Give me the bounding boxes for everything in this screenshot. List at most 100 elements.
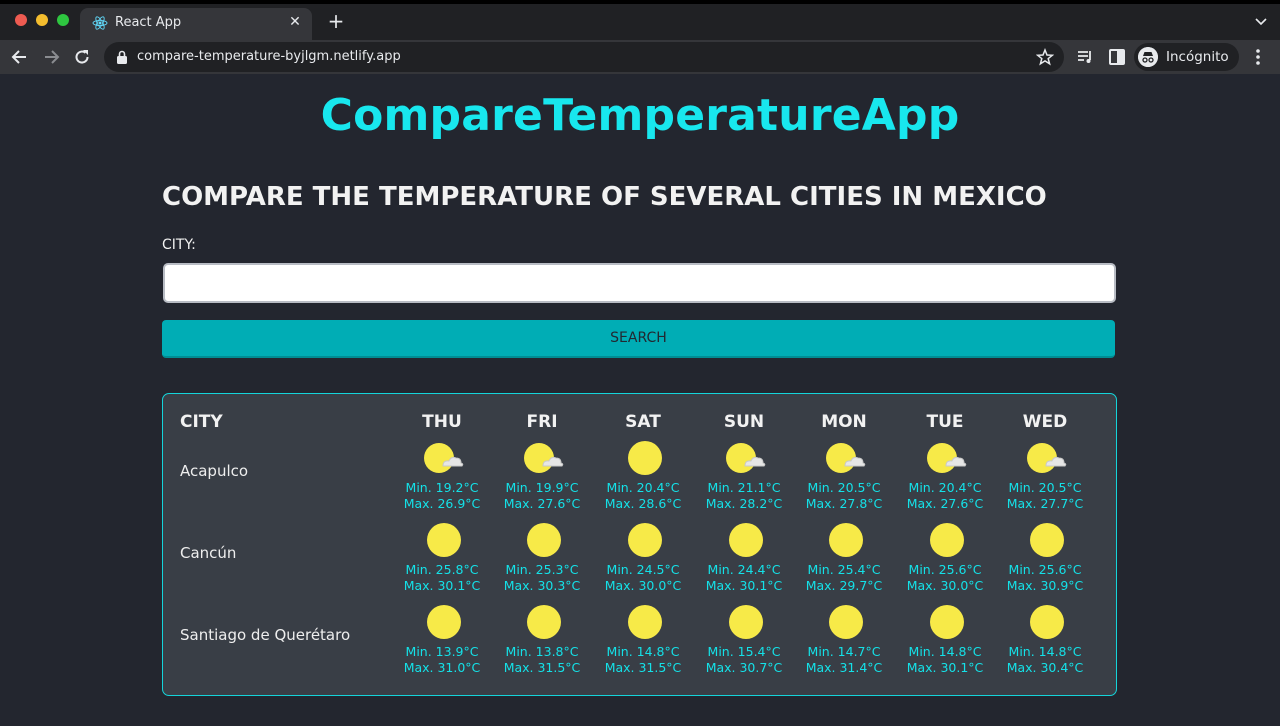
min-temperature: Min. 13.9°C bbox=[405, 644, 479, 659]
forecast-cell: Min. 13.9°C Max. 31.0°C bbox=[392, 604, 492, 686]
media-control-icon[interactable] bbox=[1075, 47, 1095, 67]
tab-close-icon[interactable]: ✕ bbox=[286, 13, 304, 31]
forecast-cell: Min. 19.9°C Max. 27.6°C bbox=[492, 440, 592, 522]
min-temperature: Min. 14.8°C bbox=[606, 644, 680, 659]
sun-cloud-icon bbox=[726, 440, 766, 476]
max-temperature: Max. 31.5°C bbox=[503, 660, 581, 675]
max-temperature: Max. 30.1°C bbox=[403, 578, 481, 593]
min-temperature: Min. 14.8°C bbox=[1008, 644, 1082, 659]
lock-icon[interactable] bbox=[116, 50, 128, 64]
sun-cloud-icon bbox=[524, 440, 564, 476]
sun-icon bbox=[927, 522, 967, 558]
forecast-cell: Min. 25.4°C Max. 29.7°C bbox=[794, 522, 894, 604]
forecast-cell: Min. 15.4°C Max. 30.7°C bbox=[694, 604, 794, 686]
max-temperature: Max. 27.6°C bbox=[503, 496, 581, 511]
browser-tab[interactable]: React App ✕ bbox=[80, 8, 312, 40]
day-header-fri: FRI bbox=[526, 412, 558, 432]
forecast-cell: Min. 20.5°C Max. 27.7°C bbox=[995, 440, 1095, 522]
tab-search-chevron-icon[interactable] bbox=[1254, 14, 1268, 28]
forecast-cell: Min. 14.8°C Max. 31.5°C bbox=[593, 604, 693, 686]
city-row: Cancún Min. 25.8°C Max. 30.1°C Min. 25.3°C M… bbox=[163, 522, 1116, 604]
sun-icon bbox=[625, 440, 665, 476]
incognito-icon bbox=[1138, 47, 1158, 67]
day-header-sun: SUN bbox=[723, 412, 765, 432]
max-temperature: Max. 31.0°C bbox=[403, 660, 481, 675]
min-temperature: Min. 24.4°C bbox=[707, 562, 781, 577]
browser-tabstrip: React App ✕ + bbox=[0, 0, 1280, 40]
max-temperature: Max. 30.9°C bbox=[1006, 578, 1084, 593]
day-header-tue: TUE bbox=[926, 412, 964, 432]
tab-title: React App bbox=[115, 15, 182, 30]
min-temperature: Min. 20.5°C bbox=[807, 480, 881, 495]
max-temperature: Max. 27.7°C bbox=[1006, 496, 1084, 511]
more-menu-icon[interactable] bbox=[1252, 47, 1264, 67]
forecast-cell: Min. 20.4°C Max. 28.6°C bbox=[593, 440, 693, 522]
sun-icon bbox=[1027, 604, 1067, 640]
forecast-cell: Min. 19.2°C Max. 26.9°C bbox=[392, 440, 492, 522]
incognito-profile-button[interactable]: Incógnito bbox=[1134, 43, 1239, 71]
max-temperature: Max. 27.8°C bbox=[805, 496, 883, 511]
search-button[interactable]: SEARCH bbox=[162, 320, 1115, 358]
window-minimize-button[interactable] bbox=[36, 14, 48, 26]
min-temperature: Min. 20.4°C bbox=[606, 480, 680, 495]
day-header-mon: MON bbox=[821, 412, 867, 432]
forecast-cell: Min. 13.8°C Max. 31.5°C bbox=[492, 604, 592, 686]
city-field-label: CITY: bbox=[162, 237, 196, 253]
min-temperature: Min. 24.5°C bbox=[606, 562, 680, 577]
sun-icon bbox=[424, 522, 464, 558]
city-column-header: CITY bbox=[180, 412, 223, 432]
min-temperature: Min. 19.9°C bbox=[505, 480, 579, 495]
forecast-cell: Min. 24.4°C Max. 30.1°C bbox=[694, 522, 794, 604]
max-temperature: Max. 30.1°C bbox=[705, 578, 783, 593]
city-name: Acapulco bbox=[180, 462, 249, 480]
new-tab-icon[interactable]: + bbox=[326, 11, 346, 31]
window-maximize-button[interactable] bbox=[57, 14, 69, 26]
sun-icon bbox=[524, 522, 564, 558]
max-temperature: Max. 30.3°C bbox=[503, 578, 581, 593]
forecast-cell: Min. 25.8°C Max. 30.1°C bbox=[392, 522, 492, 604]
day-header-wed: WED bbox=[1022, 412, 1068, 432]
max-temperature: Max. 30.7°C bbox=[705, 660, 783, 675]
side-panel-icon[interactable] bbox=[1107, 47, 1127, 67]
min-temperature: Min. 14.8°C bbox=[908, 644, 982, 659]
profile-label: Incógnito bbox=[1166, 49, 1229, 65]
min-temperature: Min. 25.4°C bbox=[807, 562, 881, 577]
sun-icon bbox=[1027, 522, 1067, 558]
min-temperature: Min. 25.3°C bbox=[505, 562, 579, 577]
max-temperature: Max. 28.6°C bbox=[604, 496, 682, 511]
city-name: Santiago de Querétaro bbox=[180, 626, 351, 644]
min-temperature: Min. 20.5°C bbox=[1008, 480, 1082, 495]
address-bar[interactable]: compare-temperature-byjlgm.netlify.app bbox=[104, 42, 1064, 72]
sun-icon bbox=[726, 604, 766, 640]
max-temperature: Max. 31.5°C bbox=[604, 660, 682, 675]
sun-cloud-icon bbox=[1027, 440, 1067, 476]
day-header-thu: THU bbox=[422, 412, 462, 432]
min-temperature: Min. 25.6°C bbox=[1008, 562, 1082, 577]
app-title: CompareTemperatureApp bbox=[320, 90, 960, 141]
min-temperature: Min. 21.1°C bbox=[707, 480, 781, 495]
sun-icon bbox=[726, 522, 766, 558]
city-input[interactable] bbox=[163, 263, 1116, 303]
window-close-button[interactable] bbox=[15, 14, 27, 26]
city-name: Cancún bbox=[180, 544, 237, 562]
sun-cloud-icon bbox=[927, 440, 967, 476]
max-temperature: Max. 30.4°C bbox=[1006, 660, 1084, 675]
browser-toolbar: compare-temperature-byjlgm.netlify.app I… bbox=[0, 40, 1280, 74]
sun-icon bbox=[826, 522, 866, 558]
url-text[interactable]: compare-temperature-byjlgm.netlify.app bbox=[137, 49, 401, 64]
forecast-cell: Min. 21.1°C Max. 28.2°C bbox=[694, 440, 794, 522]
reload-icon[interactable] bbox=[72, 47, 92, 67]
bookmark-star-icon[interactable] bbox=[1036, 48, 1054, 66]
min-temperature: Min. 13.8°C bbox=[505, 644, 579, 659]
max-temperature: Max. 29.7°C bbox=[805, 578, 883, 593]
city-row: Acapulco Min. 19.2°C Max. 26.9°C Min. 19.9°… bbox=[163, 440, 1116, 522]
forward-arrow-icon[interactable] bbox=[41, 47, 61, 67]
page-subtitle: COMPARE THE TEMPERATURE OF SEVERAL CITIE… bbox=[162, 182, 1047, 212]
max-temperature: Max. 31.4°C bbox=[805, 660, 883, 675]
min-temperature: Min. 20.4°C bbox=[908, 480, 982, 495]
max-temperature: Max. 30.0°C bbox=[604, 578, 682, 593]
min-temperature: Min. 15.4°C bbox=[707, 644, 781, 659]
forecast-cell: Min. 25.6°C Max. 30.0°C bbox=[895, 522, 995, 604]
forecast-cell: Min. 14.8°C Max. 30.4°C bbox=[995, 604, 1095, 686]
back-arrow-icon[interactable] bbox=[10, 47, 30, 67]
